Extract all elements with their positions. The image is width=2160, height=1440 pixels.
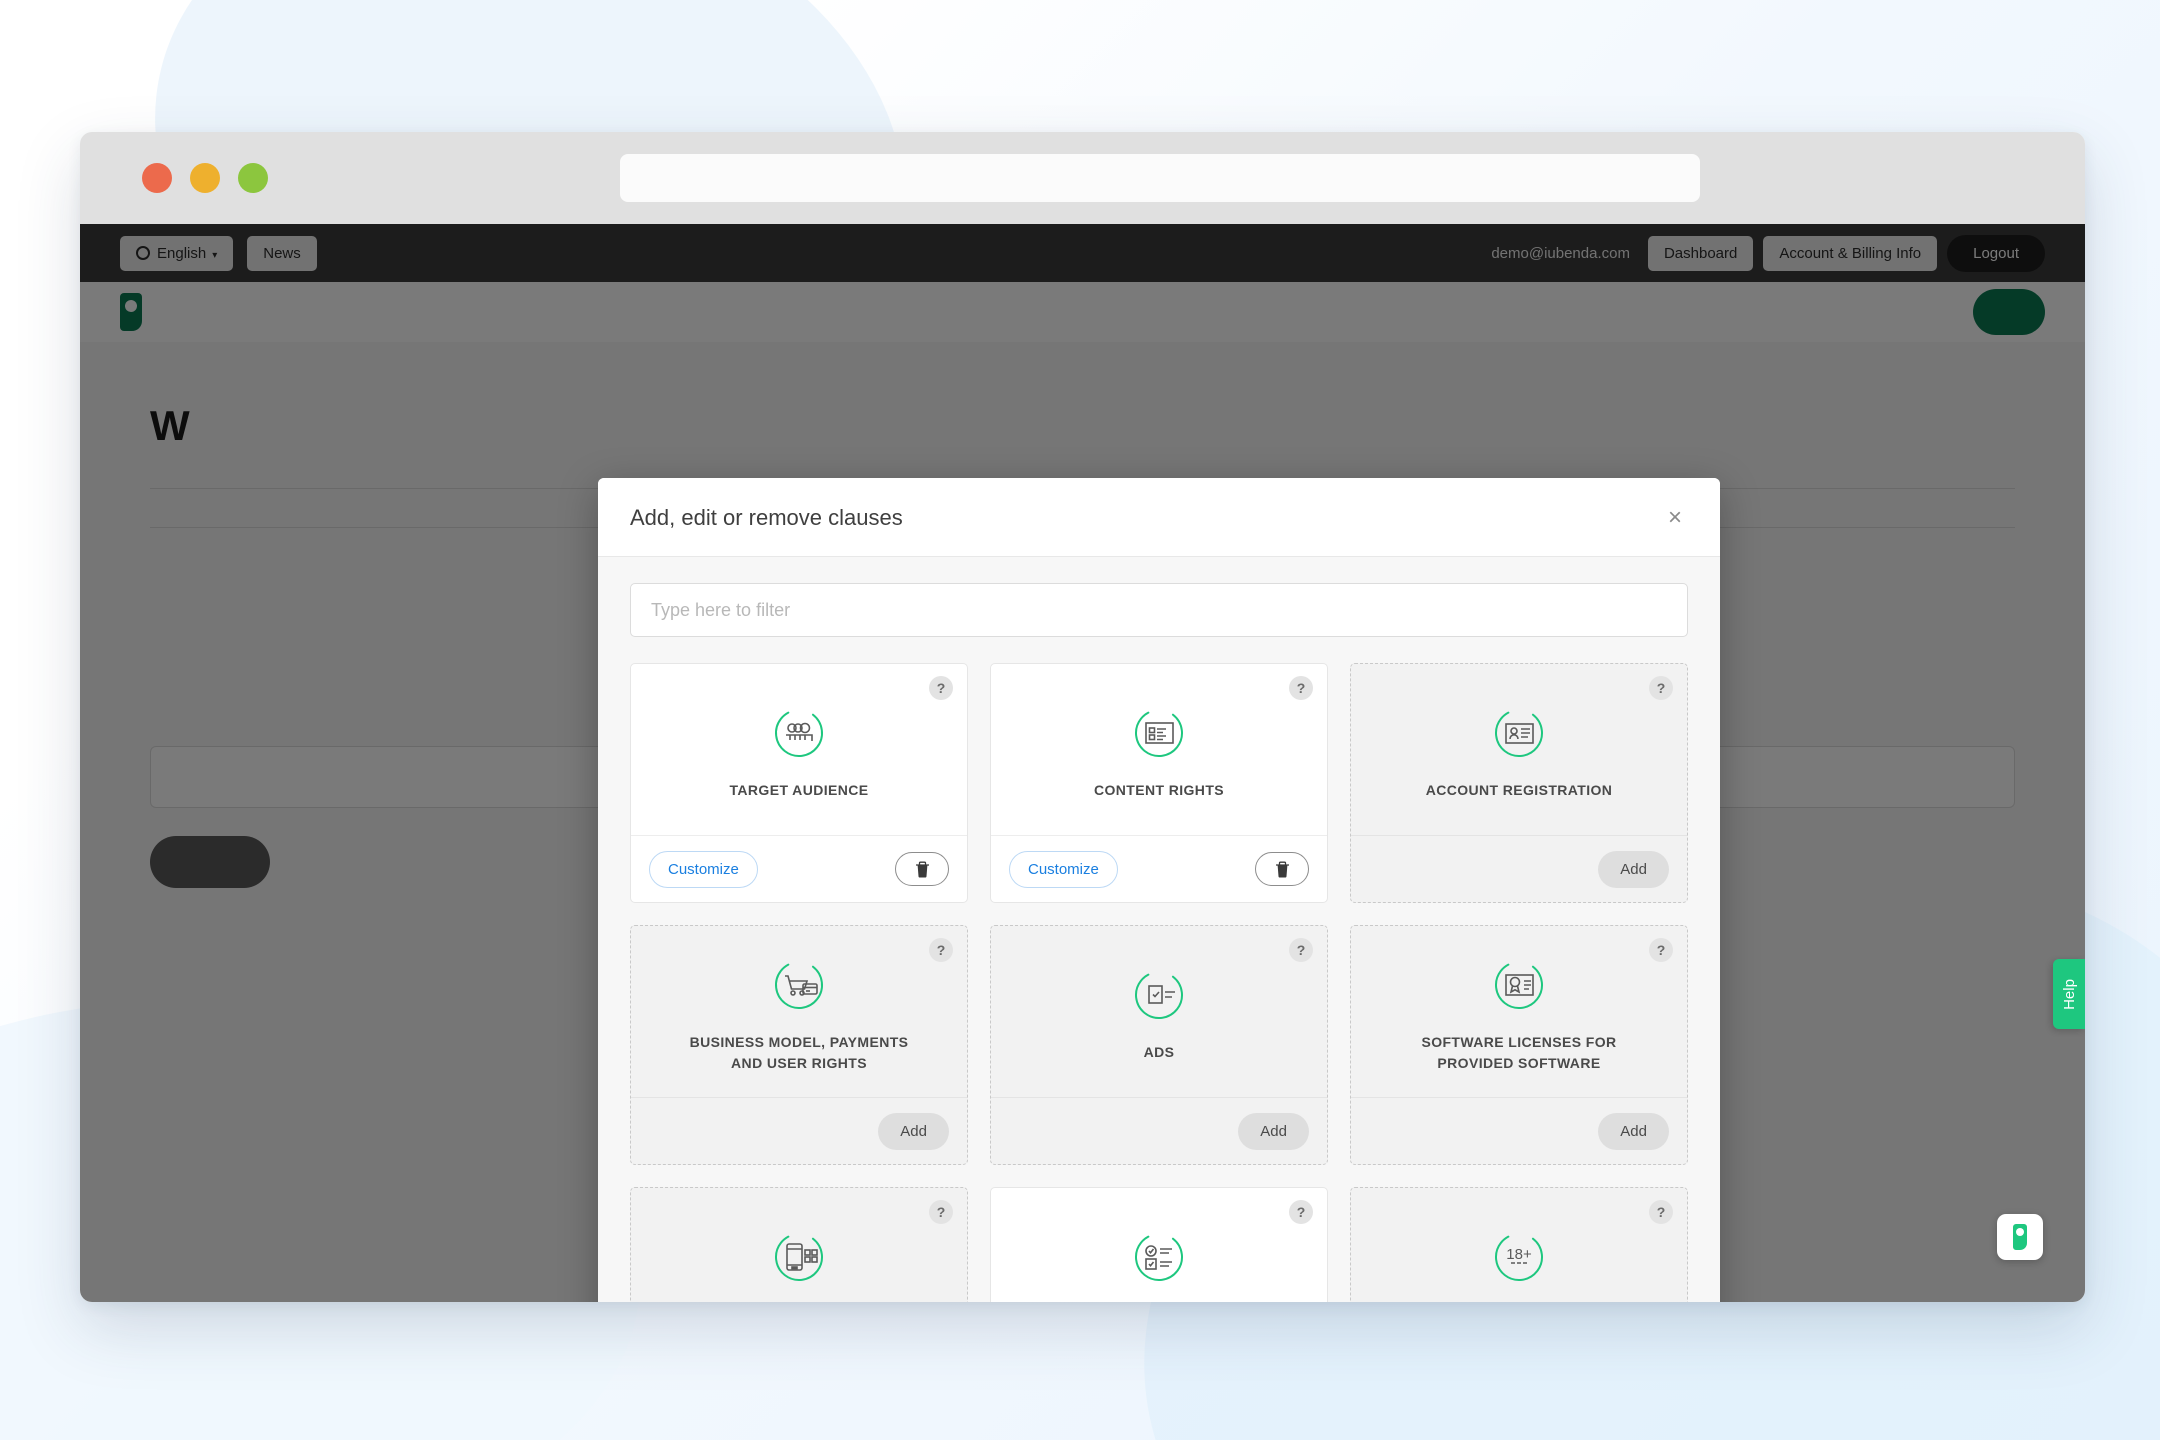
help-tab-label: Help xyxy=(2060,979,2077,1010)
clause-card[interactable]: ? TARGET AUDIENCE Customize xyxy=(630,663,968,903)
business-model-icon xyxy=(768,954,830,1016)
trash-icon[interactable] xyxy=(895,852,949,886)
clause-card[interactable]: ? ADS Add xyxy=(990,925,1328,1165)
customize-button[interactable]: Customize xyxy=(1009,851,1118,888)
clause-card-label: ADS xyxy=(1144,1042,1175,1062)
clause-card-content: ? ACCOUNT REGISTRATION xyxy=(1351,664,1687,836)
help-icon[interactable]: ? xyxy=(1649,1200,1673,1224)
filter-input[interactable] xyxy=(630,583,1688,637)
window-controls xyxy=(142,163,268,193)
clause-card-actions: Add xyxy=(1351,1098,1687,1164)
clause-card[interactable]: ?MOBILE APPAdd xyxy=(630,1187,968,1302)
trash-icon[interactable] xyxy=(1255,852,1309,886)
add-button[interactable]: Add xyxy=(1238,1113,1309,1150)
clause-card-label: BUSINESS MODEL, PAYMENTS AND USER RIGHTS xyxy=(684,1032,914,1073)
clause-card-content: ? ADS xyxy=(991,926,1327,1098)
clause-card-label: TARGET AUDIENCE xyxy=(730,780,869,800)
help-icon[interactable]: ? xyxy=(1289,938,1313,962)
clause-card-content: ? SOFTWARE LICENSES FOR PROVIDED SOFTWARE xyxy=(1351,926,1687,1098)
clause-card-actions: Customize xyxy=(631,836,967,902)
help-icon[interactable]: ? xyxy=(1289,676,1313,700)
software-licenses-icon xyxy=(1488,954,1550,1016)
help-icon[interactable]: ? xyxy=(929,1200,953,1224)
add-button[interactable]: Add xyxy=(878,1113,949,1150)
add-button[interactable]: Add xyxy=(1598,1113,1669,1150)
svg-text:18+: 18+ xyxy=(1506,1246,1532,1263)
age-restrictions-icon: 18+ xyxy=(1488,1226,1550,1288)
common-provisions-icon xyxy=(1128,1226,1190,1288)
clause-card-actions: Add xyxy=(991,1098,1327,1164)
target-audience-icon xyxy=(768,702,830,764)
ads-icon xyxy=(1128,964,1190,1026)
iubenda-badge[interactable] xyxy=(1997,1214,2043,1260)
clause-card-content: ? TARGET AUDIENCE xyxy=(631,664,967,836)
clause-card-content: ?COMMON PROVISIONS xyxy=(991,1188,1327,1302)
clause-card[interactable]: ? CONTENT RIGHTS Customize xyxy=(990,663,1328,903)
help-icon[interactable]: ? xyxy=(1649,676,1673,700)
close-icon[interactable]: × xyxy=(1662,504,1688,532)
close-window-button[interactable] xyxy=(142,163,172,193)
clause-card-actions: Add xyxy=(631,1098,967,1164)
maximize-window-button[interactable] xyxy=(238,163,268,193)
account-registration-icon xyxy=(1488,702,1550,764)
mobile-app-icon xyxy=(768,1226,830,1288)
clause-card-label: ACCOUNT REGISTRATION xyxy=(1426,780,1613,800)
clause-card-content: ?MOBILE APP xyxy=(631,1188,967,1302)
clause-card[interactable]: ?COMMON PROVISIONSCustomize xyxy=(990,1187,1328,1302)
help-icon[interactable]: ? xyxy=(1649,938,1673,962)
help-icon[interactable]: ? xyxy=(929,676,953,700)
clause-card-grid: ? TARGET AUDIENCE Customize? CONTENT RIGHTS… xyxy=(630,663,1688,1302)
clause-card-label: CONTENT RIGHTS xyxy=(1094,780,1224,800)
modal-title: Add, edit or remove clauses xyxy=(630,505,903,531)
clause-card-content: ? CONTENT RIGHTS xyxy=(991,664,1327,836)
minimize-window-button[interactable] xyxy=(190,163,220,193)
app-viewport: English▾ News demo@iubenda.com Dashboard… xyxy=(80,224,2085,1302)
clauses-modal: Add, edit or remove clauses × ? TARGET AU… xyxy=(598,478,1720,1302)
clause-card[interactable]: ? BUSINESS MODEL, PAYMENTS AND USER RIGHT… xyxy=(630,925,968,1165)
modal-body: ? TARGET AUDIENCE Customize? CONTENT RIGHTS… xyxy=(598,557,1720,1302)
add-button[interactable]: Add xyxy=(1598,851,1669,888)
help-icon[interactable]: ? xyxy=(929,938,953,962)
customize-button[interactable]: Customize xyxy=(649,851,758,888)
clause-card[interactable]: ?18+AGE RESTRICTIONSAdd xyxy=(1350,1187,1688,1302)
iubenda-badge-icon xyxy=(2013,1224,2027,1250)
modal-header: Add, edit or remove clauses × xyxy=(598,478,1720,557)
clause-card-content: ? BUSINESS MODEL, PAYMENTS AND USER RIGHT… xyxy=(631,926,967,1098)
browser-window: English▾ News demo@iubenda.com Dashboard… xyxy=(80,132,2085,1302)
clause-card[interactable]: ? ACCOUNT REGISTRATION Add xyxy=(1350,663,1688,903)
clause-card-actions: Add xyxy=(1351,836,1687,902)
browser-titlebar xyxy=(80,132,2085,224)
page-root: English▾ News demo@iubenda.com Dashboard… xyxy=(0,0,2160,1440)
address-bar[interactable] xyxy=(620,154,1700,202)
clause-card-label: SOFTWARE LICENSES FOR PROVIDED SOFTWARE xyxy=(1404,1032,1634,1073)
clause-card-actions: Customize xyxy=(991,836,1327,902)
help-icon[interactable]: ? xyxy=(1289,1200,1313,1224)
help-tab-button[interactable]: Help xyxy=(2053,959,2085,1029)
clause-card[interactable]: ? SOFTWARE LICENSES FOR PROVIDED SOFTWARE… xyxy=(1350,925,1688,1165)
content-rights-icon xyxy=(1128,702,1190,764)
clause-card-content: ?18+AGE RESTRICTIONS xyxy=(1351,1188,1687,1302)
